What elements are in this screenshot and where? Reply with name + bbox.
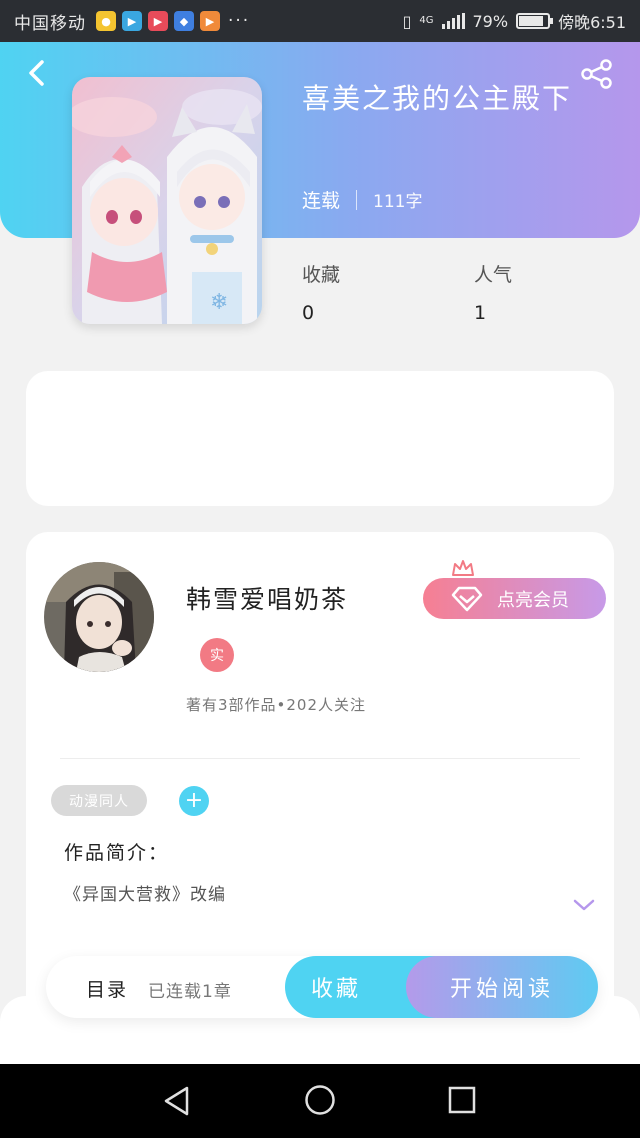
book-cover-image[interactable]: ❄ <box>72 77 262 324</box>
more-notifications-icon: ··· <box>228 11 251 31</box>
start-reading-button[interactable]: 开始阅读 <box>406 956 598 1018</box>
toc-button[interactable]: 目录 <box>86 975 128 1002</box>
toc-status: 已连载1章 <box>148 982 232 1002</box>
book-title: 喜美之我的公主殿下 <box>302 82 573 115</box>
book-meta: 连载 111字 <box>302 186 422 213</box>
video-app-icon: ▶ <box>122 11 142 31</box>
notification-icons: ● ▶ ▶ ◆ ▶ <box>96 11 220 31</box>
diamond-icon <box>451 586 483 612</box>
back-button[interactable] <box>22 58 52 88</box>
popularity-count: 1 <box>474 302 487 324</box>
intro-label: 作品简介： <box>64 842 170 864</box>
battery-percent: 79% <box>472 11 509 31</box>
nav-back-icon[interactable] <box>162 1085 192 1117</box>
carrier-label: 中国移动 <box>14 13 86 34</box>
chevron-down-icon[interactable] <box>572 896 596 914</box>
section-divider <box>60 758 580 759</box>
crown-icon <box>452 560 474 576</box>
start-reading-label: 开始阅读 <box>449 977 554 1002</box>
vip-button-label: 点亮会员 <box>497 589 569 611</box>
chevron-left-icon <box>29 60 44 86</box>
info-card <box>26 371 614 506</box>
svg-text:❄: ❄ <box>210 290 228 315</box>
activate-vip-button[interactable]: 点亮会员 <box>423 578 606 619</box>
browser-app-icon: ◆ <box>174 11 194 31</box>
serial-status: 连载 <box>302 190 341 212</box>
nav-recent-apps-icon[interactable] <box>448 1086 476 1114</box>
genre-tag[interactable]: 动漫同人 <box>51 785 147 816</box>
status-bar: 中国移动 ● ▶ ▶ ◆ ▶ ··· ▯ 4G 79% 傍晚6:51 <box>0 0 640 42</box>
favorites-label: 收藏 <box>302 264 341 286</box>
chat-app-icon: ● <box>96 11 116 31</box>
network-type: 4G <box>419 15 434 26</box>
popularity-label: 人气 <box>474 264 513 286</box>
nav-home-icon[interactable] <box>304 1084 336 1116</box>
author-avatar[interactable] <box>44 562 154 672</box>
add-tag-button[interactable]: + <box>179 786 209 816</box>
battery-icon <box>516 13 554 29</box>
vibrate-icon: ▯ <box>402 11 412 31</box>
meta-divider <box>356 189 358 210</box>
clock: 傍晚6:51 <box>558 13 626 32</box>
player-app-icon: ▶ <box>200 11 220 31</box>
youku-app-icon: ▶ <box>148 11 168 31</box>
signal-icon <box>441 13 465 29</box>
author-stats: 著有3部作品•202人关注 <box>186 696 367 714</box>
verified-badge: 实 <box>200 638 234 672</box>
collect-button-label: 收藏 <box>311 977 362 1002</box>
word-count: 111字 <box>373 192 423 212</box>
author-name[interactable]: 韩雪爱唱奶茶 <box>186 580 348 616</box>
intro-text: 《异国大营救》改编 <box>64 885 226 905</box>
favorites-count: 0 <box>302 302 315 324</box>
